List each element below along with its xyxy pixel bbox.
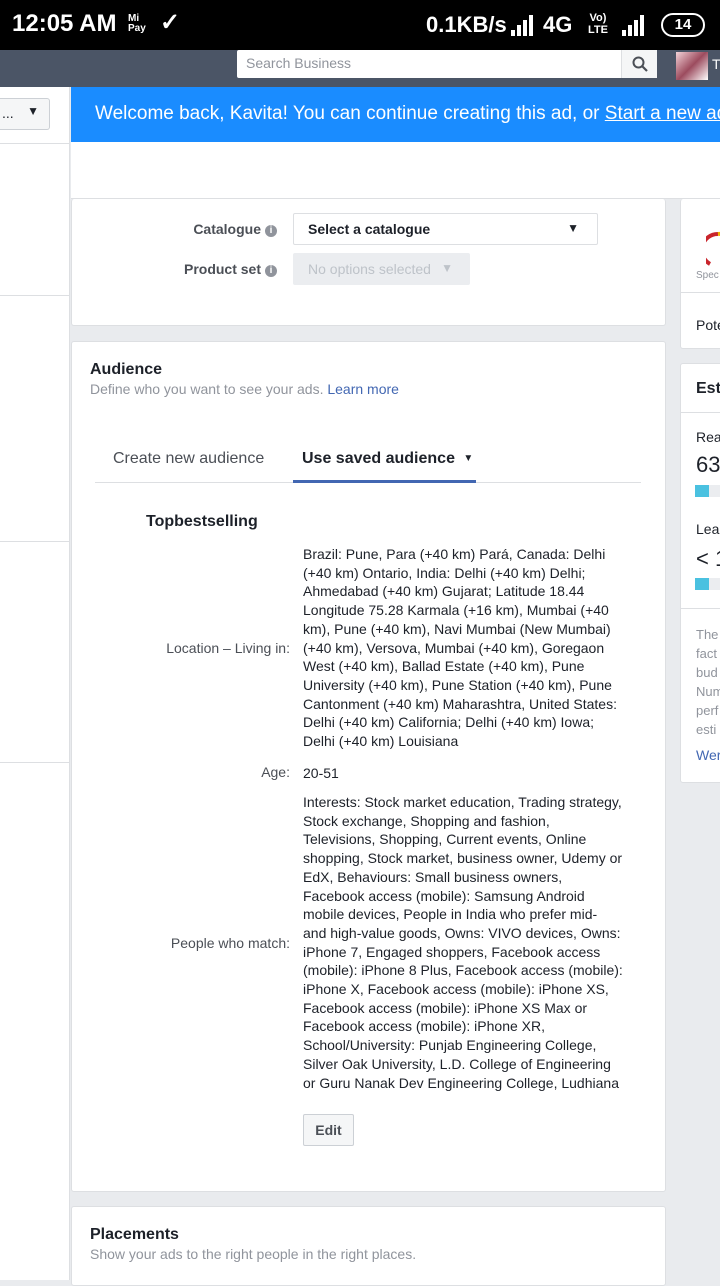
search-bar[interactable]: Search Business [237, 50, 657, 78]
caret-down-icon: ▼ [567, 221, 579, 235]
feedback-link[interactable]: Wer [696, 747, 720, 763]
catalogue-label: Catalogue i [120, 221, 277, 237]
age-label: Age: [261, 764, 290, 780]
signal-icon-2 [622, 14, 648, 36]
caret-down-icon: ▼ [463, 453, 474, 464]
reach-value: 63 [696, 452, 720, 477]
location-label: Location – Living in: [166, 640, 290, 656]
banner-text: Welcome back, Kavita! You can continue c… [95, 103, 605, 124]
left-dropdown[interactable]: ... ▼ [0, 98, 50, 130]
caret-down-icon: ▼ [441, 261, 453, 275]
tab-use-saved-audience[interactable]: Use saved audience ▼ [302, 450, 473, 468]
leads-progress [695, 578, 720, 590]
leads-progress-fill [695, 578, 709, 590]
product-set-select[interactable]: No options selected ▼ [293, 253, 470, 285]
people-label: People who match: [170, 935, 290, 951]
signal-icon [511, 14, 537, 36]
audience-title: Audience [90, 361, 163, 378]
estimated-results-title: Esti [696, 380, 720, 397]
age-value: 20-51 [303, 765, 339, 781]
reach-progress-fill [695, 485, 709, 497]
status-time: 12:05 AM [12, 10, 117, 37]
search-icon [632, 56, 648, 72]
caret-down-icon: ▼ [27, 104, 39, 118]
volte-indicator: Vo) LTE [588, 12, 608, 36]
catalogue-select-value: Select a catalogue [308, 221, 431, 237]
location-value: Brazil: Pune, Para (+40 km) Pará, Canada… [303, 546, 617, 750]
edit-button[interactable]: Edit [303, 1114, 354, 1146]
reach-progress [695, 485, 720, 497]
status-bar: 12:05 AM Mi Pay ✓ 0.1KB/s 4G Vo) LTE 14 [0, 0, 720, 50]
potential-reach-label: Pote [696, 317, 720, 333]
avatar[interactable] [676, 52, 708, 80]
people-value: Interests: Stock market education, Tradi… [303, 794, 623, 1091]
network-type: 4G [543, 12, 573, 37]
header-bar [71, 142, 720, 199]
leads-value: < 1 [696, 546, 720, 571]
product-set-select-value: No options selected [308, 261, 431, 277]
pay-icon: Mi Pay [128, 13, 146, 34]
divider [0, 143, 70, 144]
divider [0, 762, 70, 763]
welcome-banner: Welcome back, Kavita! You can continue c… [71, 87, 720, 142]
divider [681, 608, 720, 609]
info-icon[interactable]: i [265, 265, 277, 277]
estimate-description: The fact bud Num perf esti [696, 627, 720, 737]
catalogue-select[interactable]: Select a catalogue ▼ [293, 213, 598, 245]
learn-more-link[interactable]: Learn more [327, 381, 399, 397]
left-dropdown-label: ... [2, 105, 14, 121]
divider [0, 541, 70, 542]
network-speed: 0.1KB/s [426, 12, 507, 37]
search-button[interactable] [621, 50, 657, 78]
info-icon[interactable]: i [265, 225, 277, 237]
gauge-label: Spec [696, 270, 719, 281]
gauge-icon [706, 231, 720, 266]
divider [681, 292, 720, 293]
active-tab-indicator [293, 480, 476, 483]
tab-create-new-audience[interactable]: Create new audience [113, 450, 264, 468]
check-icon: ✓ [160, 9, 181, 36]
placements-title: Placements [90, 1226, 179, 1243]
saved-audience-name: Topbestselling [146, 513, 258, 530]
leads-label: Lead [696, 521, 720, 537]
product-set-label: Product set i [120, 261, 277, 277]
start-new-ad-link[interactable]: Start a new ad [605, 103, 720, 124]
search-input[interactable]: Search Business [246, 55, 351, 71]
divider [0, 295, 70, 296]
audience-subtitle: Define who you want to see your ads. Lea… [90, 381, 399, 397]
avatar-name[interactable]: T [712, 56, 720, 72]
divider [681, 412, 720, 413]
reach-label: Rea [696, 429, 720, 445]
left-panel [0, 87, 70, 1280]
battery-icon: 14 [661, 13, 705, 37]
placements-subtitle: Show your ads to the right people in the… [90, 1246, 417, 1262]
